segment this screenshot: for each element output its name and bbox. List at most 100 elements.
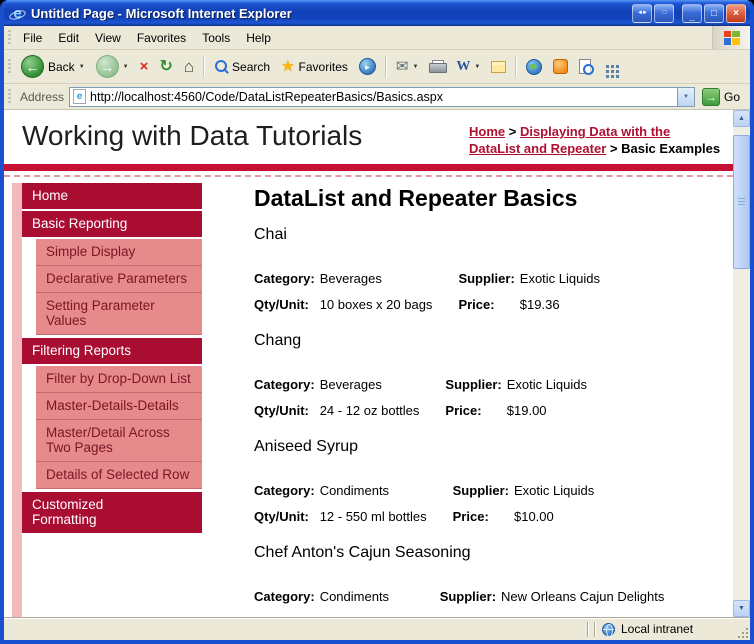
- zone-label: Local intranet: [621, 622, 694, 636]
- breadcrumb: Home > Displaying Data with the DataList…: [469, 124, 721, 158]
- sidebar-item-master-details-details[interactable]: Master-Details-Details: [36, 392, 202, 420]
- product-aniseed-syrup: Aniseed Syrup Category: Condiments Supplier…: [254, 438, 725, 530]
- titlebar-extra-button-1[interactable]: ◄►: [632, 3, 652, 23]
- home-icon: ⌂: [183, 56, 195, 76]
- home-button[interactable]: ⌂: [179, 56, 199, 78]
- sidebar-item-declarative-parameters[interactable]: Declarative Parameters: [36, 265, 202, 293]
- discuss-button[interactable]: [486, 58, 511, 76]
- windows-flag-icon: [723, 30, 740, 45]
- status-bar: Local intranet: [4, 617, 750, 640]
- stop-icon: ×: [139, 57, 149, 75]
- menubar-grip-handle[interactable]: [8, 29, 11, 46]
- go-button[interactable]: → Go: [700, 87, 746, 106]
- titlebar-extra-button-2[interactable]: □: [654, 3, 674, 23]
- back-label: Back: [48, 59, 75, 74]
- maximize-button[interactable]: □: [704, 3, 724, 23]
- sidebar-item-customized-formatting[interactable]: Customized Formatting: [22, 491, 202, 533]
- scroll-down-button[interactable]: ▼: [733, 600, 750, 617]
- sidebar-item-basic-reporting[interactable]: Basic Reporting: [22, 210, 202, 237]
- mail-dropdown-icon[interactable]: ▼: [412, 64, 418, 70]
- sidebar-item-simple-display[interactable]: Simple Display: [36, 238, 202, 266]
- field-value-price: $19.36: [519, 296, 560, 312]
- field-value-price: $10.00: [513, 508, 554, 524]
- menu-edit[interactable]: Edit: [50, 27, 87, 49]
- window-title: Untitled Page - Microsoft Internet Explo…: [31, 5, 292, 21]
- search-button[interactable]: Search: [209, 57, 275, 77]
- field-label-qty: Qty/Unit:: [254, 402, 309, 418]
- status-message: [12, 622, 584, 636]
- favorites-star-icon: ★: [281, 58, 295, 75]
- product-details-table: Category: Beverages Supplier: Exotic Liquid…: [254, 266, 600, 318]
- sidebar-item-filter-by-drop-down-list[interactable]: Filter by Drop-Down List: [36, 365, 202, 393]
- menu-file[interactable]: File: [15, 27, 50, 49]
- field-label-qty: Qty/Unit:: [254, 296, 309, 312]
- address-input[interactable]: [86, 88, 677, 105]
- edit-button[interactable]: W ▼: [451, 56, 485, 78]
- sidebar-item-master-detail-across-two-pages[interactable]: Master/Detail Across Two Pages: [36, 419, 202, 462]
- grid-icon: [606, 65, 610, 68]
- vertical-scrollbar[interactable]: ▲ ▼: [733, 110, 750, 617]
- messenger-button[interactable]: [521, 56, 547, 78]
- minimize-button[interactable]: _: [682, 3, 702, 23]
- forward-button[interactable]: → ▼: [91, 52, 134, 81]
- field-value-price: $19.00: [506, 402, 547, 418]
- sidebar-item-filtering-reports[interactable]: Filtering Reports: [22, 337, 202, 364]
- page-content: Working with Data Tutorials Home > Displ…: [4, 110, 733, 617]
- breadcrumb-separator: >: [505, 124, 520, 139]
- menu-tools[interactable]: Tools: [194, 27, 238, 49]
- title-bar[interactable]: e Untitled Page - Microsoft Internet Exp…: [4, 0, 750, 26]
- product-list: Chai Category: Beverages Supplier: Exotic Li…: [254, 226, 725, 617]
- address-field[interactable]: e ▼: [69, 86, 695, 107]
- close-button[interactable]: ×: [726, 3, 746, 23]
- browser-window: e Untitled Page - Microsoft Internet Exp…: [0, 0, 754, 644]
- mail-button[interactable]: ✉ ▼: [391, 56, 424, 77]
- field-label-supplier: Supplier:: [458, 270, 515, 286]
- field-value-supplier: Exotic Liquids: [506, 376, 587, 392]
- zoom-page-button[interactable]: [574, 56, 599, 78]
- field-label-supplier: Supplier:: [445, 376, 502, 392]
- back-button[interactable]: ← Back ▼: [16, 52, 90, 81]
- scroll-up-button[interactable]: ▲: [733, 110, 750, 127]
- print-button[interactable]: [424, 57, 450, 77]
- sidebar-item-setting-parameter-values[interactable]: Setting Parameter Values: [36, 292, 202, 335]
- window-controls: ◄► □ _ □ ×: [632, 3, 746, 23]
- favorites-button[interactable]: ★ Favorites: [276, 56, 353, 77]
- address-dropdown-button[interactable]: ▼: [676, 87, 694, 106]
- field-label-category: Category:: [254, 376, 315, 392]
- mail-icon: ✉: [395, 58, 409, 75]
- sidebar-item-home[interactable]: Home: [22, 182, 202, 209]
- breadcrumb-link-home[interactable]: Home: [469, 124, 505, 139]
- product-name: Chai: [254, 225, 287, 243]
- product-name: Chef Anton's Cajun Seasoning: [254, 543, 471, 561]
- scrollbar-thumb[interactable]: [733, 135, 750, 269]
- media-button[interactable]: ▸: [354, 55, 381, 78]
- field-label-price: Price:: [452, 508, 489, 524]
- menu-view[interactable]: View: [87, 27, 129, 49]
- toolbar-grip-handle[interactable]: [8, 58, 11, 75]
- breadcrumb-separator: >: [606, 140, 622, 156]
- back-dropdown-icon[interactable]: ▼: [79, 64, 85, 70]
- scrollbar-track[interactable]: [733, 127, 750, 600]
- address-bar: Address e ▼ → Go: [4, 84, 750, 110]
- field-label-supplier: Supplier:: [439, 588, 497, 604]
- sidebar: Home Basic Reporting Simple Display Declara…: [12, 182, 202, 617]
- field-label-price: Price:: [440, 610, 501, 617]
- menu-help[interactable]: Help: [238, 27, 279, 49]
- addressbar-grip-handle[interactable]: [8, 88, 11, 105]
- menu-favorites[interactable]: Favorites: [129, 27, 194, 49]
- field-label-qty: Qty/Unit:: [254, 508, 309, 524]
- field-label-qty: Qty/Unit:: [254, 610, 320, 617]
- resize-grip[interactable]: [746, 636, 748, 638]
- field-label-category: Category:: [254, 588, 315, 604]
- browser-viewport: Working with Data Tutorials Home > Displ…: [4, 110, 750, 617]
- tiles-button[interactable]: [600, 57, 625, 76]
- main-content: DataList and Repeater Basics Chai Categor…: [202, 183, 733, 617]
- refresh-button[interactable]: ↻: [154, 56, 177, 78]
- stop-button[interactable]: ×: [135, 56, 154, 78]
- edit-dropdown-icon[interactable]: ▼: [474, 64, 480, 70]
- page-body: Home Basic Reporting Simple Display Declara…: [4, 177, 733, 617]
- research-button[interactable]: [548, 56, 573, 77]
- forward-dropdown-icon[interactable]: ▼: [123, 64, 129, 70]
- sidebar-item-details-of-selected-row[interactable]: Details of Selected Row: [36, 461, 202, 489]
- product-details-table: Category: Condiments Supplier: Exotic Liqui…: [254, 478, 594, 530]
